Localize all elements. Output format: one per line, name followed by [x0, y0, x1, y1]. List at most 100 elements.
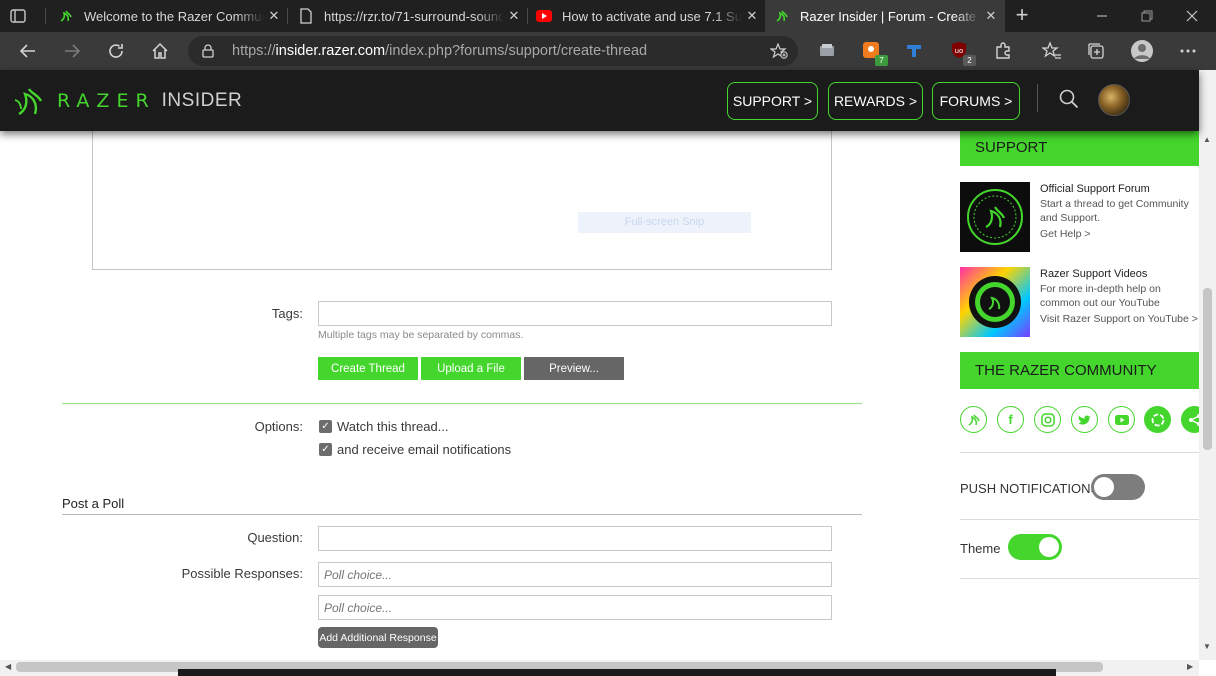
close-window-button[interactable]: [1169, 0, 1214, 32]
razer-icon: [58, 8, 74, 24]
url-path: /index.php?forums/support/create-thread: [385, 43, 648, 59]
create-thread-button[interactable]: Create Thread: [318, 357, 418, 380]
extension-icon-1[interactable]: [818, 41, 838, 61]
toggle-knob: [1039, 537, 1059, 557]
razer-snake-icon: [14, 88, 43, 116]
close-icon[interactable]: ✕: [264, 8, 284, 24]
razer-insider-logo[interactable]: RAZER INSIDER: [11, 82, 242, 120]
nav-support-button[interactable]: SUPPORT >: [727, 82, 818, 120]
lock-icon[interactable]: [202, 44, 214, 63]
responses-label: Possible Responses:: [181, 566, 303, 581]
extension-icon-3[interactable]: [905, 41, 925, 61]
poll-choice-input-2[interactable]: [318, 595, 832, 620]
nav-forums-button[interactable]: FORUMS >: [932, 82, 1020, 120]
youtube-support-link[interactable]: Visit Razer Support on YouTube >: [1040, 313, 1198, 325]
email-notifications-checkbox[interactable]: ✓ and receive email notifications: [319, 442, 511, 457]
new-tab-button[interactable]: +: [1011, 4, 1033, 27]
divider: [960, 578, 1199, 579]
more-menu-icon[interactable]: [1178, 41, 1198, 61]
vertical-scroll-thumb[interactable]: [1203, 288, 1212, 450]
logo-insider: INSIDER: [161, 90, 243, 111]
url-scheme: https://: [232, 43, 276, 59]
svg-text:uo: uo: [955, 47, 964, 55]
site-header: RAZER INSIDER SUPPORT > REWARDS > FORUMS…: [0, 70, 1199, 131]
tab-separator: [527, 8, 528, 24]
tab-actions-icon[interactable]: [9, 7, 27, 25]
twitter-icon[interactable]: [1071, 406, 1098, 433]
support-forum-thumbnail[interactable]: [960, 182, 1030, 252]
support-forum-title[interactable]: Official Support Forum: [1040, 183, 1150, 195]
tab-youtube-video[interactable]: How to activate and use 7.1 Surround ✕: [536, 0, 762, 32]
email-notifications-label: and receive email notifications: [337, 442, 512, 457]
youtube-icon: [536, 8, 552, 24]
forward-icon[interactable]: [60, 39, 84, 63]
home-icon[interactable]: [148, 39, 172, 63]
theme-toggle[interactable]: [1008, 534, 1062, 560]
tab-rzr-link[interactable]: https://rzr.to/71-surround-sound ✕: [298, 0, 524, 32]
extension-badge: 7: [875, 55, 888, 66]
get-help-link[interactable]: Get Help >: [1040, 228, 1091, 240]
divider: [960, 452, 1199, 453]
ublock-icon[interactable]: uo 2: [950, 41, 976, 66]
support-videos-thumbnail[interactable]: [960, 267, 1030, 337]
url-text: https://insider.razer.com/index.php?foru…: [232, 43, 647, 59]
extensions-puzzle-icon[interactable]: [993, 41, 1013, 61]
synapse-icon[interactable]: [1144, 406, 1171, 433]
question-input[interactable]: [318, 526, 832, 551]
tags-hint: Multiple tags may be separated by commas…: [318, 329, 524, 341]
close-icon[interactable]: ✕: [981, 8, 1001, 24]
poll-section-title: Post a Poll: [62, 496, 125, 511]
tags-label: Tags:: [271, 306, 303, 321]
user-avatar[interactable]: [1098, 84, 1130, 116]
scroll-down-icon[interactable]: ▼: [1203, 642, 1211, 651]
support-videos-desc: For more in-depth help on common out our…: [1040, 283, 1161, 309]
tab-create-thread[interactable]: Razer Insider | Forum - Create Thread ✕: [765, 0, 1005, 32]
message-editor[interactable]: [92, 125, 832, 270]
tab-separator: [45, 8, 46, 24]
youtube-icon[interactable]: [1108, 406, 1135, 433]
razer-icon[interactable]: [960, 406, 987, 433]
header-divider: [1037, 84, 1038, 112]
push-notifications-toggle[interactable]: [1091, 474, 1145, 500]
favorites-icon[interactable]: [1041, 41, 1062, 61]
tab-title: https://rzr.to/71-surround-sound: [324, 8, 504, 24]
restore-button[interactable]: [1124, 0, 1169, 32]
close-icon[interactable]: ✕: [742, 8, 762, 24]
add-favorite-icon[interactable]: [769, 42, 788, 64]
refresh-icon[interactable]: [104, 39, 128, 63]
profile-icon[interactable]: [1130, 39, 1154, 63]
divider: [62, 514, 862, 515]
upload-file-button[interactable]: Upload a File: [421, 357, 521, 380]
watch-thread-checkbox[interactable]: ✓ Watch this thread...: [319, 419, 449, 434]
checkmark-icon[interactable]: ✓: [319, 420, 332, 433]
scroll-up-icon[interactable]: ▲: [1203, 135, 1211, 144]
address-bar[interactable]: https://insider.razer.com/index.php?foru…: [188, 36, 798, 66]
url-host: insider.razer.com: [275, 43, 386, 59]
scroll-right-icon[interactable]: ▶: [1187, 662, 1193, 671]
browser-tab-bar: Welcome to the Razer Community ✕ https:/…: [0, 0, 1216, 32]
close-icon[interactable]: ✕: [504, 8, 524, 24]
preview-button[interactable]: Preview...: [524, 357, 624, 380]
divider: [62, 403, 862, 404]
collections-icon[interactable]: [1086, 41, 1106, 61]
tab-razer-community[interactable]: Welcome to the Razer Community ✕: [58, 0, 284, 32]
extension-icon-2[interactable]: 7: [862, 41, 888, 66]
divider: [960, 519, 1199, 520]
nav-rewards-button[interactable]: REWARDS >: [828, 82, 923, 120]
facebook-icon[interactable]: f: [997, 406, 1024, 433]
push-notifications-label: PUSH NOTIFICATIONS: [960, 481, 1100, 496]
search-icon[interactable]: [1059, 89, 1079, 114]
tab-title: Razer Insider | Forum - Create Thread: [800, 8, 981, 24]
add-response-button[interactable]: Add Additional Response: [318, 627, 438, 648]
logo-wordmark: RAZER: [57, 90, 156, 112]
poll-choice-input-1[interactable]: [318, 562, 832, 587]
instagram-icon[interactable]: [1034, 406, 1061, 433]
back-icon[interactable]: [16, 39, 40, 63]
scroll-left-icon[interactable]: ◀: [5, 662, 11, 671]
razer-icon: [774, 8, 790, 24]
minimize-button[interactable]: [1079, 0, 1124, 32]
tab-title: How to activate and use 7.1 Surround: [562, 8, 742, 24]
checkmark-icon[interactable]: ✓: [319, 443, 332, 456]
support-videos-title[interactable]: Razer Support Videos: [1040, 268, 1147, 280]
tags-input[interactable]: [318, 301, 832, 326]
